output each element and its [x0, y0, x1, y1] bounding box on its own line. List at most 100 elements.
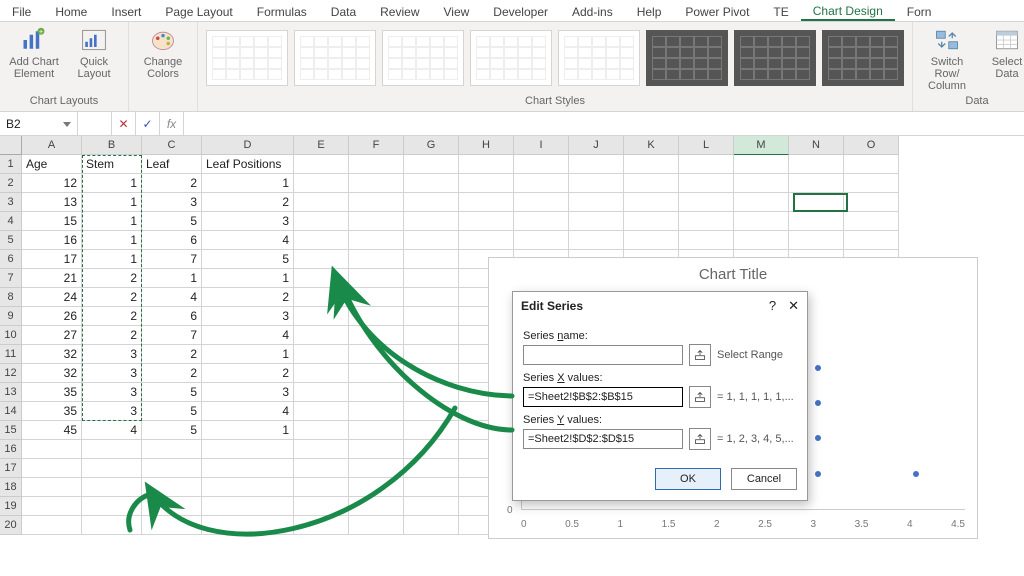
cell[interactable]	[404, 288, 459, 307]
cell[interactable]: 5	[142, 421, 202, 440]
cell[interactable]	[844, 193, 899, 212]
cell[interactable]	[349, 212, 404, 231]
ribbon-tab-data[interactable]: Data	[319, 0, 368, 21]
cell[interactable]: 1	[82, 193, 142, 212]
row-header[interactable]: 5	[0, 231, 22, 250]
ribbon-tab-view[interactable]: View	[432, 0, 482, 21]
cell[interactable]: 1	[202, 174, 294, 193]
row-header[interactable]: 13	[0, 383, 22, 402]
cell[interactable]	[294, 269, 349, 288]
cell[interactable]	[734, 231, 789, 250]
cell[interactable]	[734, 212, 789, 231]
column-header[interactable]: D	[202, 136, 294, 155]
row-header[interactable]: 15	[0, 421, 22, 440]
column-header[interactable]: K	[624, 136, 679, 155]
row-header[interactable]: 2	[0, 174, 22, 193]
cell[interactable]	[404, 155, 459, 174]
cell[interactable]	[404, 193, 459, 212]
cell[interactable]	[349, 383, 404, 402]
row-header[interactable]: 18	[0, 478, 22, 497]
cell[interactable]: 3	[202, 383, 294, 402]
cell[interactable]	[202, 478, 294, 497]
cell[interactable]	[22, 516, 82, 535]
ribbon-tab-te[interactable]: TE	[761, 0, 800, 21]
cell[interactable]	[349, 326, 404, 345]
cell[interactable]: 1	[202, 421, 294, 440]
row-header[interactable]: 10	[0, 326, 22, 345]
cell[interactable]: 26	[22, 307, 82, 326]
cell[interactable]	[789, 193, 844, 212]
ribbon-tab-page-layout[interactable]: Page Layout	[153, 0, 244, 21]
cell[interactable]	[294, 478, 349, 497]
cell[interactable]	[82, 459, 142, 478]
cell[interactable]: 1	[202, 345, 294, 364]
cell[interactable]: 6	[142, 231, 202, 250]
cell[interactable]	[294, 174, 349, 193]
cell[interactable]: 1	[202, 269, 294, 288]
cell[interactable]	[569, 155, 624, 174]
range-picker-button[interactable]	[689, 428, 711, 450]
cell[interactable]: 3	[202, 307, 294, 326]
cell[interactable]: 2	[82, 288, 142, 307]
column-header[interactable]: E	[294, 136, 349, 155]
row-header[interactable]: 20	[0, 516, 22, 535]
cell[interactable]: 1	[142, 269, 202, 288]
cell[interactable]: Leaf Positions	[202, 155, 294, 174]
column-header[interactable]: F	[349, 136, 404, 155]
column-header[interactable]: I	[514, 136, 569, 155]
chart-style-thumb[interactable]	[822, 30, 904, 86]
cell[interactable]	[294, 193, 349, 212]
cell[interactable]: Age	[22, 155, 82, 174]
column-header[interactable]: A	[22, 136, 82, 155]
cell[interactable]	[734, 193, 789, 212]
cell[interactable]	[679, 155, 734, 174]
cell[interactable]	[349, 497, 404, 516]
row-header[interactable]: 7	[0, 269, 22, 288]
row-header[interactable]: 14	[0, 402, 22, 421]
row-header[interactable]: 3	[0, 193, 22, 212]
cell[interactable]: 2	[142, 345, 202, 364]
cell[interactable]: 45	[22, 421, 82, 440]
cell[interactable]	[844, 155, 899, 174]
quick-layout-button[interactable]: Quick Layout	[68, 26, 120, 80]
cell[interactable]	[349, 307, 404, 326]
ribbon-tab-home[interactable]: Home	[43, 0, 99, 21]
cell[interactable]	[82, 478, 142, 497]
cell[interactable]: Stem	[82, 155, 142, 174]
cell[interactable]: 13	[22, 193, 82, 212]
cell[interactable]: 4	[82, 421, 142, 440]
row-header[interactable]: 8	[0, 288, 22, 307]
cell[interactable]	[514, 155, 569, 174]
switch-row-column-button[interactable]: Switch Row/ Column	[921, 26, 973, 92]
cell[interactable]: 3	[82, 364, 142, 383]
cell[interactable]: 5	[202, 250, 294, 269]
cancel-formula-icon[interactable]: ✕	[112, 112, 136, 135]
change-colors-button[interactable]: Change Colors	[137, 26, 189, 80]
cell[interactable]	[349, 516, 404, 535]
row-header[interactable]: 1	[0, 155, 22, 174]
cell[interactable]	[404, 174, 459, 193]
ok-button[interactable]: OK	[655, 468, 721, 490]
cell[interactable]	[789, 155, 844, 174]
cell[interactable]	[404, 497, 459, 516]
cell[interactable]	[404, 440, 459, 459]
ribbon-tab-insert[interactable]: Insert	[99, 0, 153, 21]
cell[interactable]: 1	[82, 231, 142, 250]
cell[interactable]	[514, 193, 569, 212]
cell[interactable]	[844, 231, 899, 250]
cell[interactable]	[202, 440, 294, 459]
cell[interactable]	[404, 459, 459, 478]
cell[interactable]: Leaf	[142, 155, 202, 174]
cell[interactable]: 4	[202, 402, 294, 421]
cell[interactable]: 3	[202, 212, 294, 231]
cell[interactable]: 4	[202, 326, 294, 345]
cell[interactable]: 2	[142, 364, 202, 383]
series-y-input[interactable]: =Sheet2!$D$2:$D$15	[523, 429, 683, 449]
cell[interactable]	[404, 231, 459, 250]
cell[interactable]	[349, 478, 404, 497]
cell[interactable]: 7	[142, 250, 202, 269]
cell[interactable]: 3	[82, 345, 142, 364]
cell[interactable]	[202, 497, 294, 516]
cell[interactable]: 5	[142, 212, 202, 231]
cell[interactable]	[349, 231, 404, 250]
